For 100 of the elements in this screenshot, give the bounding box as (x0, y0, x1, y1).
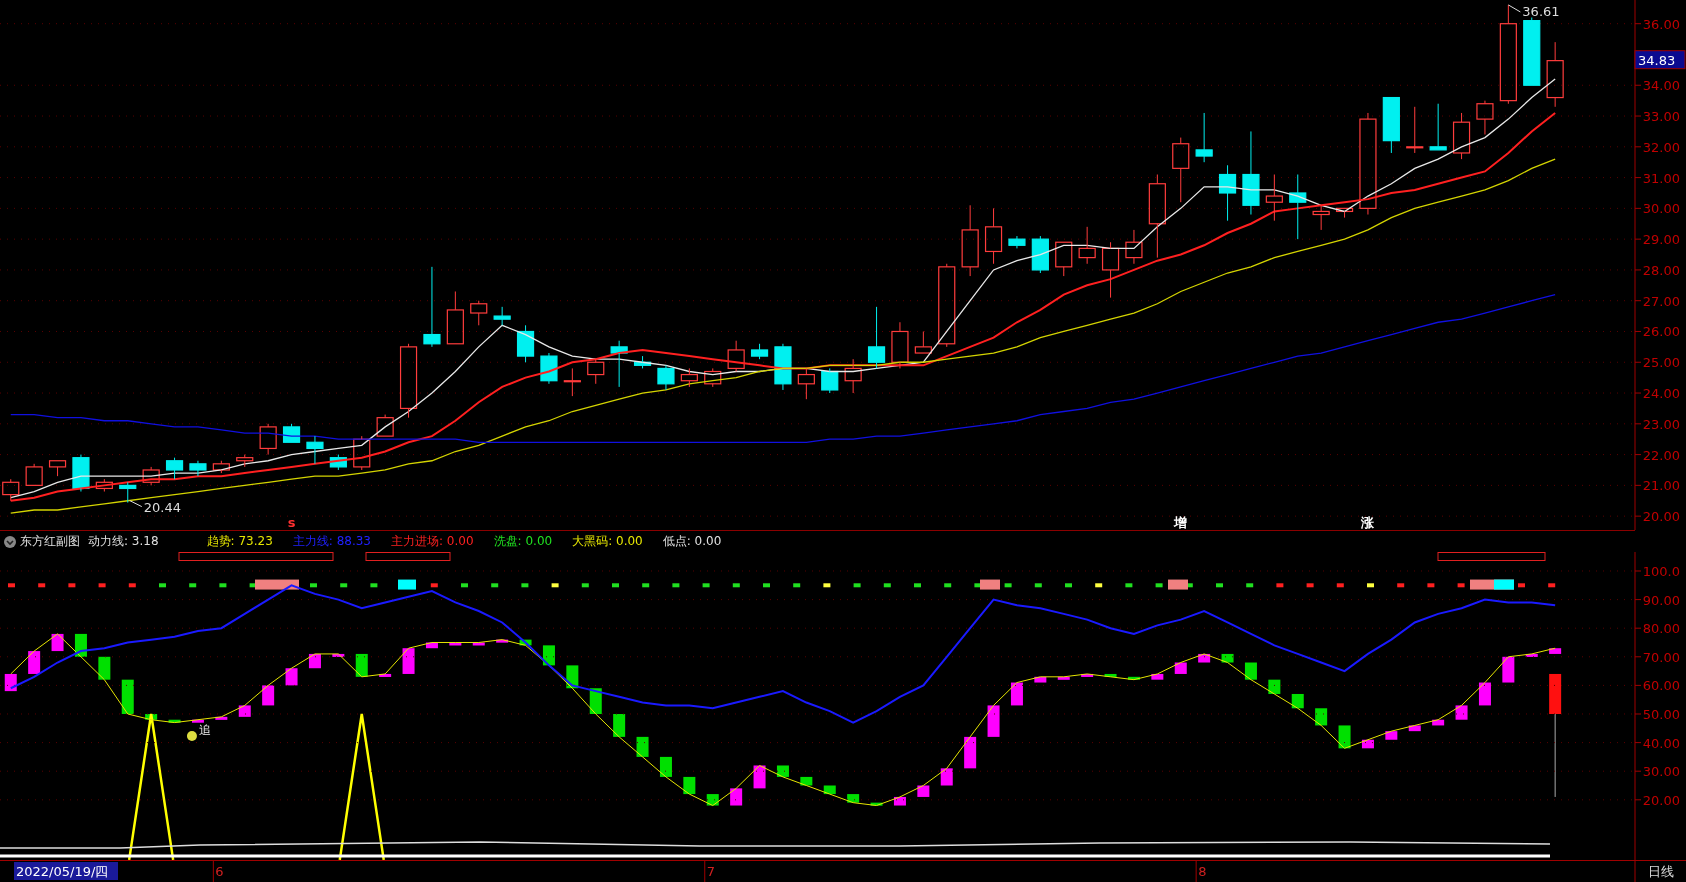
candle-wick (852, 358, 854, 394)
chevron-icon[interactable] (4, 535, 16, 548)
candlestick (1335, 207, 1354, 213)
candlestick (1289, 192, 1307, 203)
candlestick (165, 457, 184, 480)
candle-wick (10, 478, 12, 502)
axis-label: 70.00 (1642, 649, 1680, 665)
candlestick (657, 364, 675, 391)
candlestick (446, 309, 464, 345)
signal-label: 增 (1174, 515, 1188, 530)
candlestick (1031, 238, 1049, 271)
candlestick (1101, 241, 1120, 299)
candlestick (1242, 130, 1260, 216)
candle-wick (1297, 174, 1299, 240)
candlestick (1452, 112, 1471, 160)
candlestick (657, 367, 675, 385)
candle-wick (1273, 174, 1275, 222)
axis-label: 32.00 (1642, 139, 1680, 155)
candlestick (1101, 247, 1120, 271)
candle-wick (571, 367, 573, 397)
candlestick (470, 300, 488, 326)
candlestick (891, 330, 909, 363)
axis-label: 29.00 (1642, 232, 1680, 248)
candle-wick (1063, 266, 1065, 277)
candle-wick (1344, 210, 1346, 219)
axis-label: 90.00 (1642, 592, 1680, 608)
axis-label: 34.00 (1642, 78, 1680, 94)
candlestick (446, 290, 464, 345)
candlestick (306, 441, 324, 450)
candlestick (1476, 100, 1494, 135)
candlestick (72, 457, 90, 490)
axis-label: 20.00 (1642, 792, 1680, 808)
axis-label: 26.00 (1642, 324, 1680, 340)
candle-wick (993, 207, 995, 265)
candlestick (1312, 210, 1330, 216)
candlestick (961, 229, 979, 268)
candle-wick (712, 367, 714, 388)
candlestick (119, 481, 137, 504)
axis-label: 80.00 (1642, 621, 1680, 637)
candlestick (470, 303, 488, 314)
candlestick (797, 367, 815, 400)
axis-label: 21.00 (1642, 478, 1680, 494)
indicator-reading: 大黑码: 0.00 (572, 533, 643, 550)
candle-wick (1180, 137, 1182, 203)
candlestick (1218, 164, 1237, 222)
candle-wick (1227, 164, 1229, 222)
candlestick (1523, 20, 1541, 86)
candlestick (750, 343, 769, 360)
candlestick (774, 343, 792, 391)
candlestick (727, 340, 745, 372)
signal-label: s (287, 515, 296, 530)
candle-wick (1437, 103, 1439, 148)
candle-wick (805, 367, 807, 400)
candle-wick (1203, 112, 1205, 163)
candle-wick (197, 460, 199, 477)
candlestick (306, 435, 324, 465)
candlestick (961, 204, 979, 277)
candle-wick (876, 306, 878, 369)
candlestick (563, 380, 581, 383)
candle-wick (267, 423, 269, 456)
axis-label: 20.00 (1642, 509, 1680, 525)
candlestick (1452, 121, 1471, 154)
candle-wick (688, 367, 690, 388)
candlestick (1382, 96, 1400, 154)
candle-wick (33, 463, 35, 468)
candlestick (1125, 229, 1143, 265)
month-label: 6 (215, 864, 224, 879)
axis-label: 60.00 (1642, 678, 1680, 694)
period-label[interactable]: 日线 (1647, 864, 1674, 879)
candlestick (1429, 103, 1447, 151)
candlestick (493, 315, 511, 320)
candlestick (1078, 247, 1096, 259)
candlestick (1172, 143, 1190, 169)
candlestick (540, 355, 558, 382)
candlestick (212, 463, 230, 471)
candlestick (1335, 207, 1354, 219)
candlestick (984, 226, 1003, 253)
candle-wick (665, 364, 667, 391)
candlestick (2, 478, 20, 502)
candlestick (1265, 174, 1283, 222)
axis-label: 30.00 (1642, 201, 1680, 217)
axis-label: 36.00 (1642, 16, 1680, 32)
candle-wick (361, 435, 363, 471)
cursor-date-label: 2022/05/19/四 (14, 862, 118, 880)
candle-wick (337, 454, 339, 471)
month-label: 7 (706, 864, 716, 879)
candlestick (914, 346, 932, 354)
dot-icon (186, 731, 197, 741)
candlestick (891, 321, 909, 369)
candle-wick (642, 355, 644, 369)
candlestick (95, 481, 113, 490)
candle-wick (548, 352, 550, 385)
candlestick (493, 306, 511, 326)
candlestick (610, 346, 628, 354)
candle-wick (291, 423, 293, 428)
candle-wick (314, 435, 316, 465)
candlestick (587, 361, 605, 376)
candle-wick (1414, 106, 1416, 154)
axis-label: 25.00 (1642, 355, 1680, 371)
candlestick (1148, 183, 1166, 225)
